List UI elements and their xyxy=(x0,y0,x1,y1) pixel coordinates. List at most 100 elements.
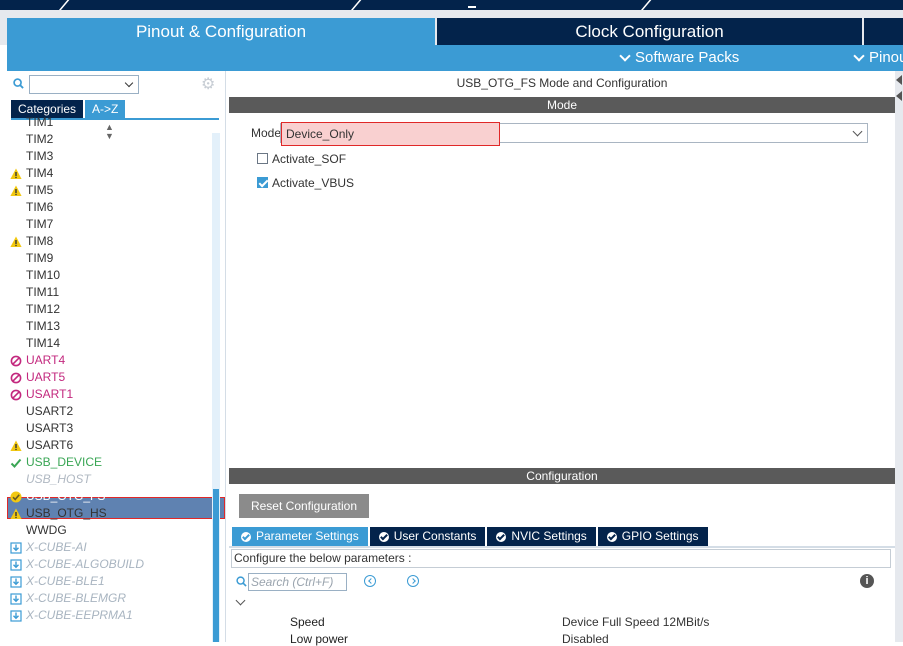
tab-user-constants[interactable]: User Constants xyxy=(369,527,486,546)
activate-sof-checkbox[interactable] xyxy=(257,153,268,164)
tab-label: Parameter Settings xyxy=(256,529,359,543)
warning-icon xyxy=(10,508,22,520)
breadcrumb-separator xyxy=(57,0,73,10)
previous-match-icon[interactable] xyxy=(364,575,376,587)
chevron-down-icon xyxy=(619,49,631,62)
info-icon[interactable]: i xyxy=(860,574,874,588)
collapse-arrow-icon[interactable] xyxy=(896,91,902,101)
top-navigation-bar xyxy=(0,0,903,10)
tab-more[interactable] xyxy=(864,18,903,45)
activate-sof-label: Activate_SOF xyxy=(272,152,347,166)
disabled-icon xyxy=(10,389,22,401)
list-item[interactable]: TIM10 xyxy=(7,267,212,284)
list-item-label: TIM14 xyxy=(26,336,61,350)
mode-select[interactable]: Device_Only xyxy=(280,122,868,146)
collapse-chevron-icon[interactable] xyxy=(235,595,246,606)
sidebar-scrollbar-thumb[interactable] xyxy=(213,489,219,642)
list-item[interactable]: TIM13 xyxy=(7,318,212,335)
chevron-down-icon xyxy=(852,126,863,137)
search-icon xyxy=(13,78,24,89)
list-item-label: UART5 xyxy=(26,370,66,384)
reset-configuration-button[interactable]: Reset Configuration xyxy=(239,494,369,518)
side-collapse-strip xyxy=(895,71,903,642)
list-item[interactable]: USART1 xyxy=(7,386,212,403)
param-value-low-power[interactable]: Disabled xyxy=(562,632,609,646)
list-item[interactable]: TIM4 xyxy=(7,165,212,182)
activate-vbus-checkbox[interactable] xyxy=(257,177,268,188)
list-item[interactable]: TIM14 xyxy=(7,335,212,352)
param-name-speed: Speed xyxy=(290,615,325,629)
list-item[interactable]: USART6 xyxy=(7,437,212,454)
tab-label: NVIC Settings xyxy=(511,529,587,543)
configuration-section-header: Configuration xyxy=(229,468,895,484)
parameter-tabs: Parameter Settings User Constants NVIC S… xyxy=(232,527,710,546)
tab-clock-configuration[interactable]: Clock Configuration xyxy=(437,18,862,45)
list-item[interactable]: TIM3 xyxy=(7,148,212,165)
list-item[interactable]: UART4 xyxy=(7,352,212,369)
list-item-label: TIM5 xyxy=(26,183,54,197)
list-item[interactable]: TIM6 xyxy=(7,199,212,216)
next-match-icon[interactable] xyxy=(407,575,419,587)
tab-gpio-settings[interactable]: GPIO Settings xyxy=(597,527,708,546)
list-item-label: WWDG xyxy=(26,523,67,537)
tab-parameter-settings[interactable]: Parameter Settings xyxy=(232,527,368,546)
tab-pinout-configuration[interactable]: Pinout & Configuration xyxy=(7,18,435,45)
check-circle-icon xyxy=(241,531,251,542)
list-item-label: TIM7 xyxy=(26,217,54,231)
list-item[interactable]: TIM1 xyxy=(7,114,212,131)
pinout-menu[interactable]: Pinout xyxy=(853,49,903,66)
list-item[interactable]: TIM11 xyxy=(7,284,212,301)
param-value-speed[interactable]: Device Full Speed 12MBit/s xyxy=(562,615,709,629)
list-item[interactable]: TIM12 xyxy=(7,301,212,318)
list-item[interactable]: WWDG xyxy=(7,522,212,539)
sidebar-search-input[interactable] xyxy=(29,75,139,94)
breadcrumb-separator xyxy=(639,0,655,10)
list-item[interactable]: X-CUBE-EEPRMA1 xyxy=(7,607,212,624)
main-tabs: Pinout & Configuration Clock Configurati… xyxy=(0,10,903,45)
list-item[interactable]: USART2 xyxy=(7,403,212,420)
list-item[interactable]: X-CUBE-BLEMGR xyxy=(7,590,212,607)
tab-label: User Constants xyxy=(393,529,477,543)
list-item-label: USART2 xyxy=(26,404,74,418)
sidebar-search-row: ⚙ xyxy=(7,73,226,97)
panel-title: USB_OTG_FS Mode and Configuration xyxy=(456,76,668,90)
check-circle-icon xyxy=(378,531,389,542)
collapse-arrow-icon[interactable] xyxy=(896,75,902,85)
parameter-search-input[interactable]: Search (Ctrl+F) xyxy=(248,573,347,591)
activate-vbus-label: Activate_VBUS xyxy=(272,176,355,190)
list-item-label: X-CUBE-BLE1 xyxy=(26,574,105,588)
list-item[interactable]: X-CUBE-BLE1 xyxy=(7,573,212,590)
list-item[interactable]: X-CUBE-ALGOBUILD xyxy=(7,556,212,573)
list-item[interactable]: TIM8 xyxy=(7,233,212,250)
software-packs-menu[interactable]: Software Packs xyxy=(619,49,739,66)
list-item[interactable]: TIM7 xyxy=(7,216,212,233)
list-item-label: USB_OTG_FS xyxy=(26,489,106,503)
list-item[interactable]: TIM5 xyxy=(7,182,212,199)
warning-icon xyxy=(10,440,22,452)
list-item[interactable]: USB_DEVICE xyxy=(7,454,212,471)
list-item[interactable]: TIM2 xyxy=(7,131,212,148)
list-item[interactable]: USART3 xyxy=(7,420,212,437)
download-pack-icon xyxy=(10,593,22,605)
check-circle-icon xyxy=(496,531,507,542)
list-item-label: TIM9 xyxy=(26,251,54,265)
list-item-label: TIM13 xyxy=(26,319,61,333)
list-item[interactable]: X-CUBE-AI xyxy=(7,539,212,556)
chevron-down-icon xyxy=(853,49,865,62)
list-item[interactable]: USB_OTG_FS xyxy=(7,488,212,505)
list-item[interactable]: USB_HOST xyxy=(7,471,212,488)
download-pack-icon xyxy=(10,542,22,554)
list-item-label: TIM3 xyxy=(26,149,54,163)
list-item-label: X-CUBE-ALGOBUILD xyxy=(26,557,145,571)
list-item-label: TIM6 xyxy=(26,200,54,214)
list-item[interactable]: TIM9 xyxy=(7,250,212,267)
check-circle-icon xyxy=(606,531,617,542)
list-item[interactable]: USB_OTG_HS xyxy=(7,505,212,522)
tab-nvic-settings[interactable]: NVIC Settings xyxy=(487,527,596,546)
warning-icon xyxy=(10,185,22,197)
gear-icon[interactable]: ⚙ xyxy=(201,77,217,93)
configuration-panel: USB_OTG_FS Mode and Configuration Mode M… xyxy=(229,71,895,646)
check-icon xyxy=(10,457,22,469)
list-item[interactable]: UART5 xyxy=(7,369,212,386)
configure-hint: Configure the below parameters : xyxy=(231,549,891,568)
